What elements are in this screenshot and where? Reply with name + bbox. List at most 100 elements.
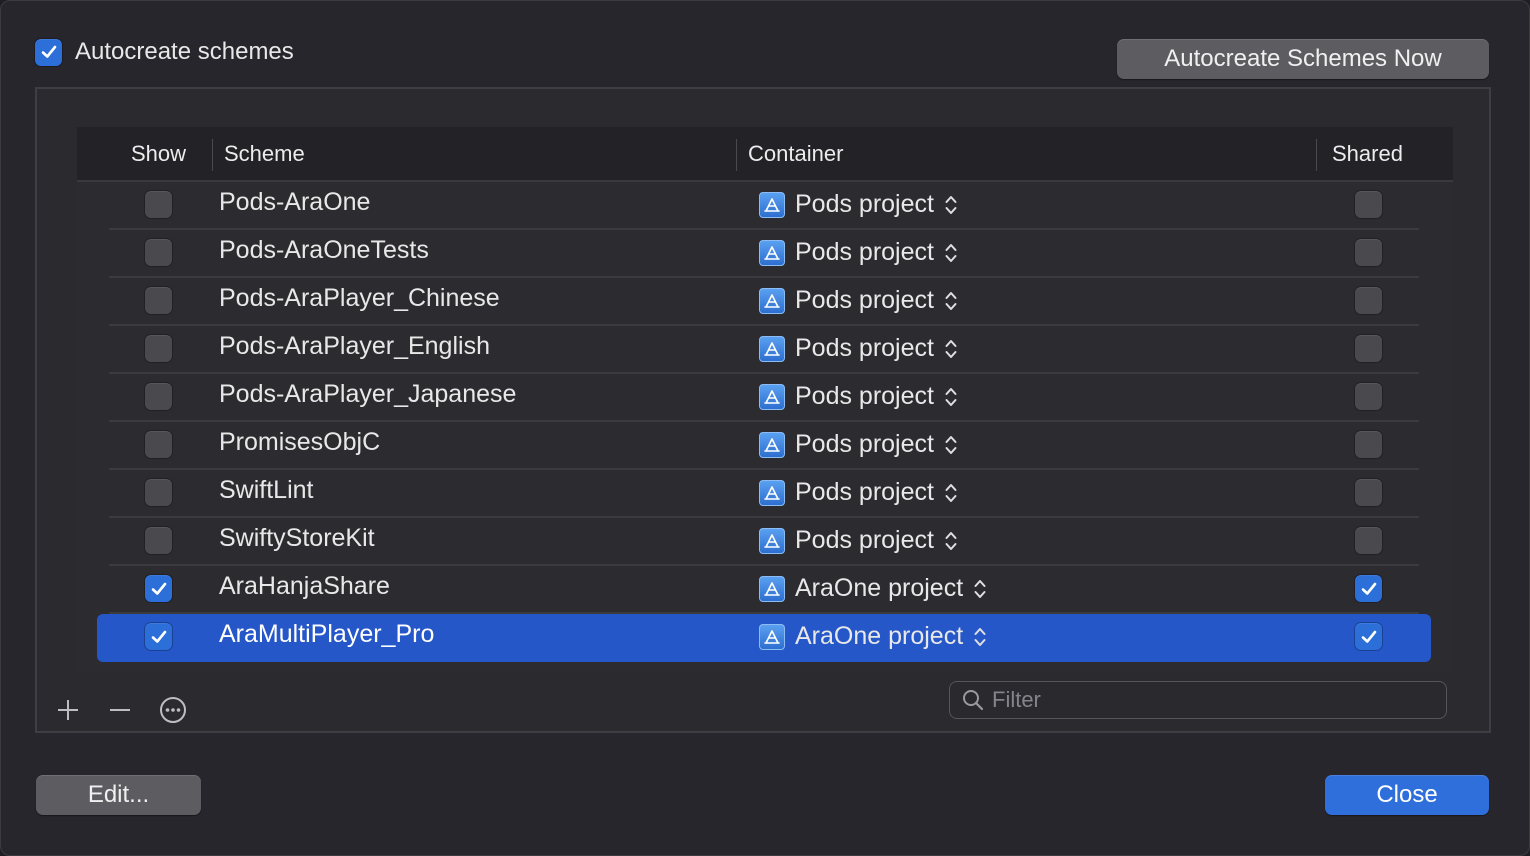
container-popup[interactable]: Pods project	[759, 238, 958, 267]
column-divider[interactable]	[212, 139, 213, 171]
shared-checkbox[interactable]	[1355, 287, 1382, 314]
container-popup[interactable]: Pods project	[759, 382, 958, 411]
shared-checkbox[interactable]	[1355, 527, 1382, 554]
scheme-name: AraMultiPlayer_Pro	[219, 620, 435, 648]
container-name: AraOne project	[795, 622, 964, 650]
edit-button[interactable]: Edit...	[36, 775, 201, 815]
table-row[interactable]: Pods-AraOne Pods project	[109, 182, 1419, 230]
project-icon	[759, 527, 785, 554]
column-divider[interactable]	[1316, 139, 1317, 171]
popup-chevron-icon	[945, 483, 957, 502]
table-row[interactable]: Pods-AraOneTests Pods project	[109, 230, 1419, 278]
container-popup[interactable]: AraOne project	[759, 622, 987, 651]
search-icon	[963, 690, 984, 711]
scheme-name: Pods-AraPlayer_Chinese	[219, 284, 500, 312]
project-icon	[759, 479, 785, 506]
autocreate-schemes-option[interactable]: Autocreate schemes	[35, 37, 294, 67]
container-name: Pods project	[795, 478, 934, 506]
plus-icon[interactable]	[51, 693, 85, 727]
shared-checkbox[interactable]	[1355, 623, 1382, 650]
autocreate-schemes-checkbox[interactable]	[35, 38, 62, 66]
scheme-name: PromisesObjC	[219, 428, 381, 456]
autocreate-schemes-now-button[interactable]: Autocreate Schemes Now	[1117, 39, 1489, 79]
project-icon	[759, 575, 785, 602]
shared-checkbox[interactable]	[1355, 383, 1382, 410]
table-row[interactable]: AraMultiPlayer_Pro AraOne project	[97, 614, 1431, 662]
project-icon	[759, 383, 785, 410]
show-checkbox[interactable]	[145, 623, 172, 650]
container-popup[interactable]: Pods project	[759, 526, 958, 555]
table-row[interactable]: Pods-AraPlayer_Chinese Pods project	[109, 278, 1419, 326]
show-checkbox[interactable]	[145, 335, 172, 362]
show-checkbox[interactable]	[145, 191, 172, 218]
show-checkbox[interactable]	[145, 383, 172, 410]
table-header: Show Scheme Container Shared	[77, 127, 1453, 182]
table-row[interactable]: Pods-AraPlayer_English Pods project	[109, 326, 1419, 374]
close-button[interactable]: Close	[1325, 775, 1489, 815]
popup-chevron-icon	[945, 531, 957, 550]
container-name: AraOne project	[795, 574, 964, 602]
checkmark-icon	[1361, 630, 1376, 643]
checkmark-icon	[151, 630, 166, 643]
popup-chevron-icon	[945, 435, 957, 454]
column-header-scheme[interactable]: Scheme	[224, 141, 305, 167]
column-header-show[interactable]: Show	[131, 141, 186, 167]
container-name: Pods project	[795, 430, 934, 458]
checkmark-icon	[151, 582, 166, 595]
container-name: Pods project	[795, 190, 934, 218]
container-popup[interactable]: Pods project	[759, 334, 958, 363]
shared-checkbox[interactable]	[1355, 191, 1382, 218]
schemes-panel: Show Scheme Container Shared Pods-AraOne…	[35, 87, 1491, 733]
container-name: Pods project	[795, 382, 934, 410]
table-row[interactable]: AraHanjaShare AraOne project	[109, 566, 1419, 614]
autocreate-schemes-label: Autocreate schemes	[75, 38, 294, 65]
shared-checkbox[interactable]	[1355, 431, 1382, 458]
manage-schemes-sheet: Autocreate schemes Autocreate Schemes No…	[0, 0, 1530, 856]
show-checkbox[interactable]	[145, 239, 172, 266]
scheme-name: SwiftLint	[219, 476, 314, 504]
container-name: Pods project	[795, 526, 934, 554]
shared-checkbox[interactable]	[1355, 335, 1382, 362]
project-icon	[759, 287, 785, 314]
show-checkbox[interactable]	[145, 575, 172, 602]
column-divider[interactable]	[736, 139, 737, 171]
container-popup[interactable]: Pods project	[759, 430, 958, 459]
ellipsis-circle-icon[interactable]	[156, 693, 190, 727]
project-icon	[759, 623, 785, 650]
show-checkbox[interactable]	[145, 527, 172, 554]
show-checkbox[interactable]	[145, 479, 172, 506]
minus-icon[interactable]	[103, 693, 137, 727]
popup-chevron-icon	[974, 627, 986, 646]
scheme-name: Pods-AraPlayer_English	[219, 332, 490, 360]
project-icon	[759, 431, 785, 458]
table-row[interactable]: SwiftyStoreKit Pods project	[109, 518, 1419, 566]
container-popup[interactable]: Pods project	[759, 286, 958, 315]
shared-checkbox[interactable]	[1355, 239, 1382, 266]
shared-checkbox[interactable]	[1355, 575, 1382, 602]
show-checkbox[interactable]	[145, 287, 172, 314]
table-row[interactable]: SwiftLint Pods project	[109, 470, 1419, 518]
popup-chevron-icon	[945, 387, 957, 406]
container-popup[interactable]: Pods project	[759, 190, 958, 219]
container-name: Pods project	[795, 286, 934, 314]
scheme-name: Pods-AraOne	[219, 188, 371, 216]
table-row[interactable]: Pods-AraPlayer_Japanese Pods project	[109, 374, 1419, 422]
table-row[interactable]: PromisesObjC Pods project	[109, 422, 1419, 470]
popup-chevron-icon	[945, 195, 957, 214]
container-popup[interactable]: AraOne project	[759, 574, 987, 603]
container-name: Pods project	[795, 334, 934, 362]
popup-chevron-icon	[945, 243, 957, 262]
container-name: Pods project	[795, 238, 934, 266]
show-checkbox[interactable]	[145, 431, 172, 458]
schemes-table: Show Scheme Container Shared Pods-AraOne…	[77, 127, 1453, 671]
filter-input[interactable]	[992, 687, 1432, 713]
shared-checkbox[interactable]	[1355, 479, 1382, 506]
scheme-name: AraHanjaShare	[219, 572, 390, 600]
project-icon	[759, 335, 785, 362]
column-header-container[interactable]: Container	[748, 141, 843, 167]
container-popup[interactable]: Pods project	[759, 478, 958, 507]
checkmark-icon	[41, 45, 56, 58]
scheme-name: Pods-AraOneTests	[219, 236, 429, 264]
filter-field[interactable]	[949, 681, 1447, 719]
column-header-shared[interactable]: Shared	[1332, 141, 1403, 167]
